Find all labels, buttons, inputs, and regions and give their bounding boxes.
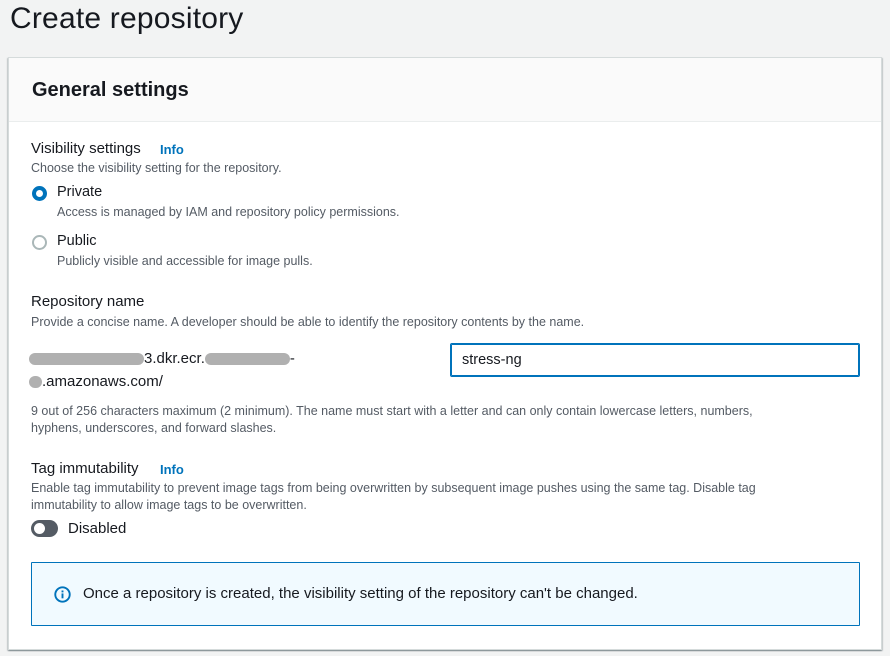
repository-name-description: Provide a concise name. A developer shou… [31,315,585,329]
tag-immutability-info-link[interactable]: Info [160,462,184,477]
visibility-description: Choose the visibility setting for the re… [31,161,282,175]
public-radio[interactable] [32,235,47,250]
public-radio-description: Publicly visible and accessible for imag… [57,254,313,268]
repository-name-constraint-line2: hyphens, underscores, and forward slashe… [31,421,277,435]
redacted-region [204,353,290,366]
repository-uri-prefix-line2: .amazonaws.com/ [29,373,163,390]
tag-immutability-toggle[interactable] [31,520,58,537]
toggle-knob [34,523,45,534]
uri-part-dkr: 3.dkr.ecr. [144,350,205,367]
alert-text: Once a repository is created, the visibi… [83,585,638,602]
page-title: Create repository [10,2,244,35]
tag-immutability-description-line1: Enable tag immutability to prevent image… [31,481,756,495]
tag-immutability-state: Disabled [68,520,127,537]
redacted-account-id [29,353,144,366]
visibility-info-alert: Once a repository is created, the visibi… [31,562,860,626]
tag-immutability-description-line2: immutability to allow image tags to be o… [31,498,307,512]
private-radio-label[interactable]: Private [57,184,102,200]
uri-part-amazonaws: .amazonaws.com/ [42,373,163,390]
repository-name-constraint-line1: 9 out of 256 characters maximum (2 minim… [31,404,753,418]
repository-name-input[interactable] [450,343,860,377]
repository-name-label: Repository name [31,293,145,310]
uri-part-dash: - [289,350,295,367]
visibility-info-link[interactable]: Info [160,142,184,157]
public-radio-label[interactable]: Public [57,233,97,249]
private-radio-description: Access is managed by IAM and repository … [57,205,400,219]
private-radio[interactable] [32,186,47,201]
tag-immutability-label: Tag immutability [31,460,139,477]
general-settings-panel: General settings Visibility settings Inf… [8,57,882,650]
redacted-region-suffix [29,376,42,389]
info-circle-icon [54,586,71,603]
panel-title: General settings [32,79,189,101]
repository-uri-prefix-line1: 3.dkr.ecr. - [29,350,295,367]
panel-header: General settings [9,58,881,122]
visibility-settings-label: Visibility settings [31,140,141,157]
